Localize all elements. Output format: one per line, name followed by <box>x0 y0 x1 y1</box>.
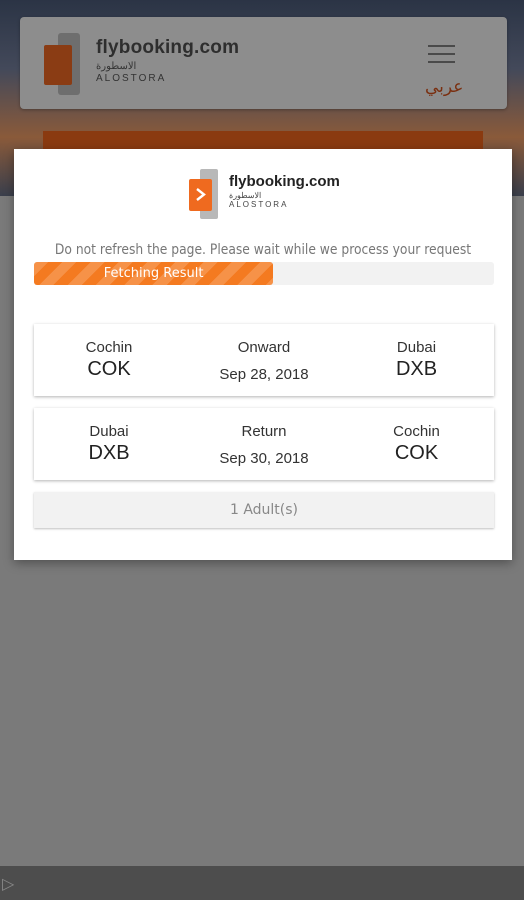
loading-dialog: flybooking.com الاسطورة ALOSTORA Do not … <box>14 149 512 560</box>
return-flight-card: Dubai DXB Return Sep 30, 2018 Cochin COK <box>34 408 494 480</box>
destination-code: DXB <box>395 358 438 380</box>
direction-label: Onward <box>237 339 291 356</box>
travel-date: Sep 28, 2018 <box>219 366 309 383</box>
destination-code: COK <box>394 442 439 464</box>
dialog-logo: flybooking.com الاسطورة ALOSTORA <box>189 169 359 221</box>
onward-flight-card: Cochin COK Onward Sep 28, 2018 Dubai DXB <box>34 324 494 396</box>
language-link[interactable]: عربي <box>425 77 463 97</box>
logo-arabic: الاسطورة <box>229 191 262 200</box>
brand-logo[interactable]: flybooking.com الاسطورة ALOSTORA <box>96 37 239 84</box>
origin-code: COK <box>87 358 131 380</box>
logo-sub: ALOSTORA <box>229 200 289 209</box>
search-button-background <box>43 131 483 149</box>
flybooking-logo-icon <box>189 169 219 219</box>
origin-city: Cochin <box>85 339 133 356</box>
destination-city: Dubai <box>396 339 437 356</box>
hamburger-menu-icon[interactable] <box>416 35 466 73</box>
passenger-count: 1 Adult(s) <box>34 492 494 528</box>
wait-message: Do not refresh the page. Please wait whi… <box>54 242 472 258</box>
progress-fill: Fetching Result <box>34 262 274 285</box>
app-header: flybooking.com الاسطورة ALOSTORA عربي <box>20 17 507 109</box>
bottom-bar <box>0 866 524 900</box>
brand-arabic: الاسطورة <box>96 61 137 72</box>
direction-label: Return <box>241 423 287 440</box>
progress-label: Fetching Result <box>103 266 204 281</box>
progress-bar: Fetching Result <box>34 262 494 285</box>
brand-logo-icon <box>44 33 82 95</box>
origin-city: Dubai <box>89 423 129 440</box>
chevron-right-icon: ▷ <box>2 876 15 893</box>
destination-city: Cochin <box>393 423 440 440</box>
logo-name: flybooking.com <box>229 173 340 190</box>
origin-code: DXB <box>88 442 130 464</box>
brand-name: flybooking.com <box>96 37 240 58</box>
brand-sub: ALOSTORA <box>96 73 167 84</box>
travel-date: Sep 30, 2018 <box>219 450 309 467</box>
